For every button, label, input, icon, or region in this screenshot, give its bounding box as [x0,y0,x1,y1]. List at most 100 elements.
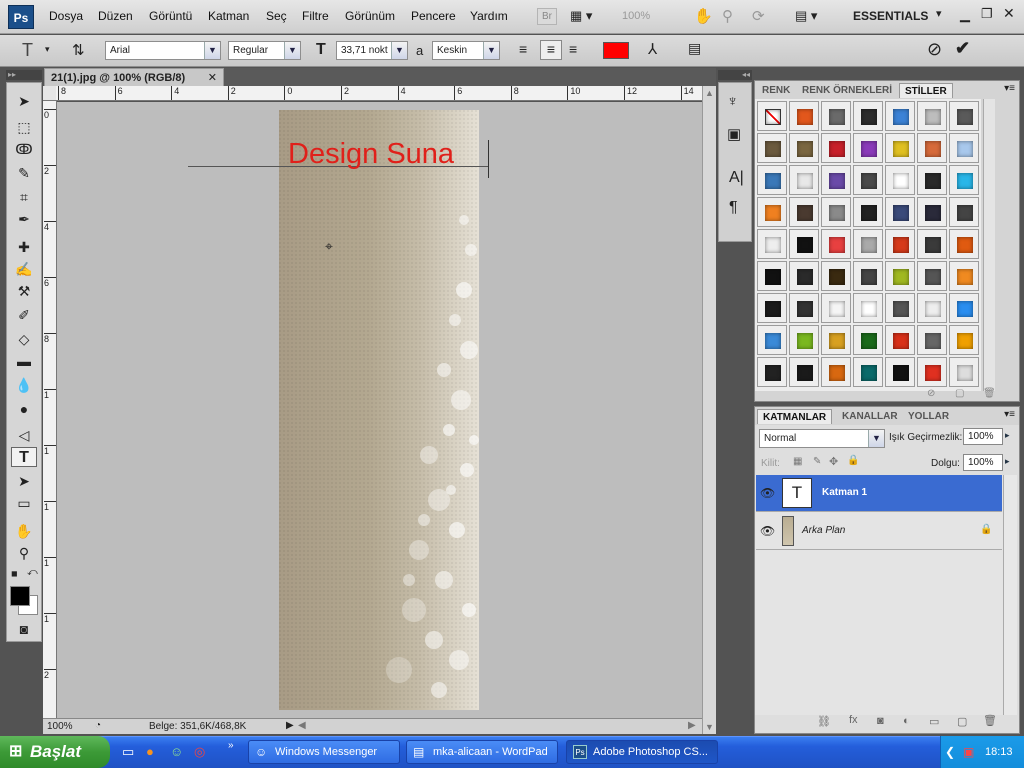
zoom-icon[interactable]: ⚲ [722,7,733,25]
style-swatch[interactable] [885,229,915,259]
panel-strip-collapse-icon[interactable]: ◂◂ [718,70,752,80]
menu-katman[interactable]: Katman [208,9,249,23]
tools-collapse-icon[interactable]: ▸▸ [6,70,42,80]
scroll-up-icon[interactable]: ▲ [705,88,714,98]
type-tool-icon[interactable]: T [11,447,37,467]
align-center-icon[interactable]: ≡ [540,40,562,60]
layer-style-icon[interactable]: fx [849,714,858,726]
style-swatch[interactable] [949,261,979,291]
scroll-left-icon[interactable]: ◀ [298,720,306,731]
clone-stamp-tool-icon[interactable]: ⚒ [11,281,37,301]
style-swatch[interactable] [789,133,819,163]
style-swatch[interactable] [853,261,883,291]
workspace-switcher[interactable]: ESSENTIALS [853,9,928,23]
brush-tool-icon[interactable]: ✍ [11,259,37,279]
foreground-color-swatch[interactable] [10,586,30,606]
tab-stiller[interactable]: STİLLER [899,83,953,98]
style-swatch[interactable] [885,165,915,195]
lock-position-icon[interactable]: ✥ [829,455,838,468]
style-swatch[interactable] [821,293,851,323]
style-swatch[interactable] [853,293,883,323]
opacity-arrow-icon[interactable]: ▸ [1005,430,1010,441]
screen-mode-button[interactable]: ▦ ▾ [570,8,604,26]
panel-menu-icon[interactable]: ▾≡ [1004,409,1015,420]
style-swatch[interactable] [917,261,947,291]
status-arrow-icon[interactable]: ▶ [286,720,294,731]
text-color-swatch[interactable] [603,42,629,59]
style-swatch[interactable] [821,133,851,163]
taskbar-wordpad[interactable]: ▤ mka-alicaan - WordPad [406,740,558,764]
style-swatch[interactable] [821,261,851,291]
document-image[interactable] [279,110,479,710]
zoom-tool-icon[interactable]: ⚲ [11,543,37,563]
delete-style-icon[interactable]: 🗑 [983,388,996,399]
antialias-select[interactable]: Keskin ▼ [432,41,500,60]
align-left-icon[interactable]: ≡ [519,41,527,57]
link-layers-icon[interactable]: ⛓ [817,715,831,728]
tab-renk-ornekleri[interactable]: RENK ÖRNEKLERİ [797,83,897,98]
lock-all-icon[interactable]: 🔒 [847,455,859,466]
arrange-documents-button[interactable]: ▤ ▾ [795,8,829,26]
messenger-icon[interactable]: ☺ [170,744,183,759]
media-icon[interactable]: ◎ [194,744,205,760]
style-swatch[interactable] [885,133,915,163]
lock-image-icon[interactable]: ✎ [813,456,821,467]
style-swatch[interactable] [949,197,979,227]
style-swatch[interactable] [853,197,883,227]
style-swatch[interactable] [789,357,819,387]
delete-layer-icon[interactable]: 🗑 [983,714,997,727]
tab-katmanlar[interactable]: KATMANLAR [757,409,833,424]
path-selection-tool-icon[interactable]: ➤ [11,471,37,491]
new-style-icon[interactable]: ▢ [955,388,964,399]
firefox-icon[interactable]: ● [146,744,154,759]
style-swatch[interactable] [885,293,915,323]
style-swatch[interactable] [789,165,819,195]
menu-gorunum[interactable]: Görünüm [345,9,395,23]
fill-field[interactable]: 100% [963,454,1003,471]
style-swatch[interactable] [949,133,979,163]
style-swatch[interactable] [757,101,787,131]
style-swatch[interactable] [789,261,819,291]
style-swatch[interactable] [757,261,787,291]
menu-goruntu[interactable]: Görüntü [149,9,192,23]
history-panel-icon[interactable]: ♆ [727,93,738,110]
menu-yardim[interactable]: Yardım [470,9,508,23]
style-swatch[interactable] [757,293,787,323]
commit-edit-icon[interactable]: ✔ [955,38,970,59]
quick-mask-icon[interactable]: ◙ [11,619,37,639]
minimize-icon[interactable]: ▁ [960,7,970,23]
hand-tool-icon[interactable]: ✋ [11,521,37,541]
style-swatch[interactable] [917,229,947,259]
adjustment-layer-icon[interactable]: ◐ [903,715,910,727]
layer-row[interactable]: 👁 T Katman 1 [756,475,1002,512]
rotate-view-icon[interactable]: ⟳ [752,7,765,25]
style-swatch[interactable] [949,357,979,387]
ruler-origin[interactable] [43,86,57,101]
new-group-icon[interactable]: ▭ [929,715,939,728]
start-button[interactable]: ⊞ Başlat [0,736,110,768]
show-desktop-icon[interactable]: ▭ [122,744,134,760]
styles-scrollbar[interactable] [983,99,995,391]
style-swatch[interactable] [789,293,819,323]
style-swatch[interactable] [789,325,819,355]
style-swatch[interactable] [757,229,787,259]
lasso-tool-icon[interactable]: ↂ [11,139,37,159]
style-swatch[interactable] [917,101,947,131]
document-text-layer[interactable]: Design Suna [288,138,454,171]
taskbar-windows-messenger[interactable]: ☺ Windows Messenger [248,740,400,764]
tray-arrow-icon[interactable]: ❮ [945,736,955,768]
status-menu-icon[interactable]: ◔ [95,720,101,731]
clear-style-icon[interactable]: ⊘ [927,388,935,399]
shape-tool-icon[interactable]: ▭ [11,493,37,513]
style-swatch[interactable] [757,165,787,195]
style-swatch[interactable] [917,325,947,355]
crop-tool-icon[interactable]: ⌗ [11,187,37,207]
style-swatch[interactable] [917,293,947,323]
font-style-select[interactable]: Regular ▼ [228,41,301,60]
menu-filtre[interactable]: Filtre [302,9,329,23]
default-colors-icon[interactable]: ◼ [11,569,18,578]
eraser-tool-icon[interactable]: ◇ [11,329,37,349]
style-swatch[interactable] [821,357,851,387]
tab-yollar[interactable]: YOLLAR [903,409,954,424]
scroll-down-icon[interactable]: ▼ [705,722,714,732]
